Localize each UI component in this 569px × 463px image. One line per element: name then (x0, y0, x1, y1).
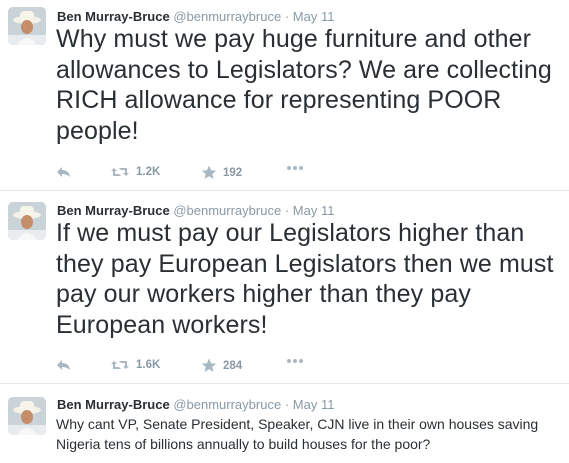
tweet-text: Why must we pay huge furniture and other… (56, 25, 552, 145)
more-icon (286, 358, 304, 364)
retweet-icon (110, 165, 130, 179)
retweet-icon (110, 358, 130, 372)
tweet-text: If we must pay our Legislators higher th… (56, 219, 554, 339)
favorite-button[interactable]: 284 (201, 358, 242, 373)
favorite-count: 284 (223, 359, 243, 372)
timestamp[interactable]: May 11 (293, 397, 335, 412)
author-name[interactable]: Ben Murray-Bruce (57, 203, 170, 218)
author-handle[interactable]: @benmurraybruce (173, 397, 281, 412)
retweet-button[interactable]: 1.6K (110, 358, 160, 372)
separator: · (284, 9, 290, 24)
favorite-button[interactable]: 192 (201, 165, 242, 180)
reply-icon (56, 165, 72, 179)
favorite-count: 192 (223, 166, 243, 179)
reply-button[interactable] (56, 358, 72, 372)
tweet[interactable]: Ben Murray-Bruce @benmurraybruce · May 1… (0, 0, 569, 191)
timestamp[interactable]: May 11 (293, 203, 335, 218)
retweet-count: 1.6K (136, 359, 161, 371)
avatar[interactable] (8, 397, 46, 435)
author-name[interactable]: Ben Murray-Bruce (57, 397, 170, 412)
tweet-header: Ben Murray-Bruce @benmurraybruce · May 1… (57, 203, 334, 218)
tweet-text: Why cant VP, Senate President, Speaker, … (56, 416, 539, 452)
author-handle[interactable]: @benmurraybruce (173, 9, 281, 24)
more-button[interactable] (286, 358, 304, 364)
reply-button[interactable] (56, 165, 72, 179)
tweet-header: Ben Murray-Bruce @benmurraybruce · May 1… (57, 397, 334, 412)
star-icon (201, 358, 217, 373)
author-name[interactable]: Ben Murray-Bruce (57, 9, 170, 24)
tweet-timeline: Ben Murray-Bruce @benmurraybruce · May 1… (0, 0, 569, 463)
retweet-button[interactable]: 1.2K (110, 165, 160, 179)
more-button[interactable] (286, 165, 304, 171)
tweet[interactable]: Ben Murray-Bruce @benmurraybruce · May 1… (0, 384, 569, 463)
author-handle[interactable]: @benmurraybruce (173, 203, 281, 218)
retweet-count: 1.2K (136, 166, 161, 178)
separator: · (284, 203, 290, 218)
avatar[interactable] (8, 7, 46, 45)
timestamp[interactable]: May 11 (293, 9, 335, 24)
tweet[interactable]: Ben Murray-Bruce @benmurraybruce · May 1… (0, 191, 569, 384)
avatar[interactable] (8, 202, 46, 240)
tweet-header: Ben Murray-Bruce @benmurraybruce · May 1… (57, 9, 334, 24)
star-icon (201, 165, 217, 180)
reply-icon (56, 358, 72, 372)
more-icon (286, 165, 304, 171)
separator: · (284, 397, 290, 412)
